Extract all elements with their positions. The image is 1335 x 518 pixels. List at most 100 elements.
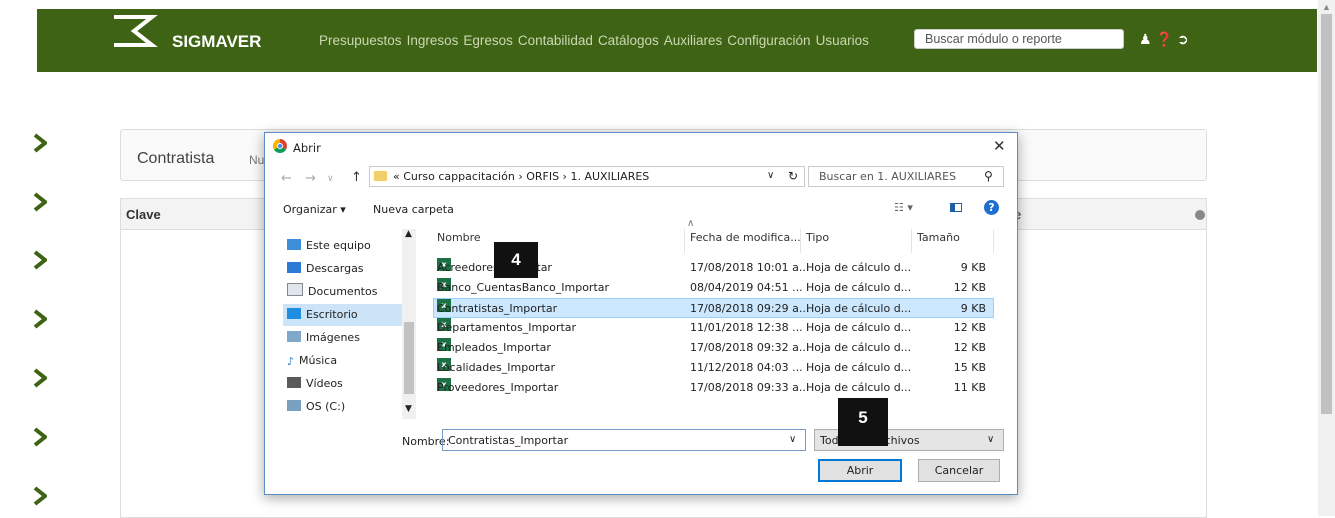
dialog-title: Abrir [293,141,321,155]
nav-auxiliares[interactable]: Auxiliares [664,33,723,48]
column-header-tipo[interactable]: Tipo [806,231,829,244]
file-date: 11/01/2018 12:38 ... [690,321,803,334]
search-placeholder: Buscar en 1. AUXILIARES [819,170,957,183]
nav-usuarios[interactable]: Usuarios [816,33,869,48]
address-bar[interactable]: « Curso cappacitación › ORFIS › 1. AUXIL… [369,166,805,187]
chevron-down-icon[interactable]: ∨ [987,434,994,445]
column-header-nombre[interactable]: Nombre [437,231,481,244]
scroll-down-icon[interactable]: ▼ [405,404,412,414]
chevron-right-icon[interactable] [33,368,47,388]
column-header-tamano[interactable]: Tamaño [917,231,960,244]
column-divider[interactable] [684,229,685,253]
close-icon[interactable]: ✕ [993,137,1006,155]
nav-item-documentos[interactable]: Documentos [283,281,415,303]
column-filter-icon[interactable] [1195,210,1205,220]
step-callout-4: 4 [494,242,538,278]
brand-logo[interactable]: SIGMAVER [112,15,262,51]
new-button[interactable]: Nu [249,153,264,167]
file-size: 12 KB [953,281,986,294]
chevron-right-icon[interactable] [33,192,47,212]
sort-ascending-icon: ∧ [687,218,695,229]
chrome-icon [273,139,287,153]
navigation-pane-scrollbar[interactable]: ▲ ▼ [402,229,416,419]
file-type: Hoja de cálculo d... [806,361,912,374]
download-icon [287,262,301,273]
chevron-right-icon[interactable] [33,427,47,447]
column-divider[interactable] [800,229,801,253]
top-navbar: SIGMAVER Presupuestos Ingresos Egresos C… [37,9,1317,72]
organize-button[interactable]: Organizar ▾ [283,203,346,216]
file-date: 17/08/2018 10:01 a... [690,261,810,274]
file-size: 12 KB [953,321,986,334]
help-icon[interactable]: ? [984,200,999,215]
music-icon: ♪ [287,355,295,368]
file-name: Proveedores_Importar [437,381,559,394]
back-icon[interactable]: ← [281,171,292,186]
nav-item-descargas[interactable]: Descargas [283,258,415,280]
nav-item-imagenes[interactable]: Imágenes [283,327,415,349]
nav-ingresos[interactable]: Ingresos [407,33,459,48]
chevron-right-icon[interactable] [33,486,47,506]
help-icon[interactable]: ❓ [1156,31,1173,48]
file-open-dialog: Abrir ✕ ← → ∨ ↑ « Curso cappacitación › … [264,132,1018,495]
column-divider[interactable] [993,229,994,253]
file-row[interactable]: x Proveedores_Importar 17/08/2018 09:33 a… [433,378,994,398]
pictures-icon [287,331,301,342]
nav-presupuestos[interactable]: Presupuestos [319,33,402,48]
breadcrumb[interactable]: « Curso cappacitación › ORFIS › 1. AUXIL… [393,170,649,183]
page-scrollbar[interactable]: ▲ [1318,0,1335,516]
folder-icon [374,171,387,181]
file-type: Hoja de cálculo d... [806,261,912,274]
scrollbar-thumb[interactable] [1321,14,1332,414]
nav-item-os-c[interactable]: OS (C:) [283,396,415,418]
page-title: Contratista [137,150,215,167]
column-divider[interactable] [911,229,912,253]
up-folder-icon[interactable]: ↑ [351,170,362,185]
file-row[interactable]: x Departamentos_Importar 11/01/2018 12:38… [433,318,994,338]
nav-item-musica[interactable]: ♪ Música [283,350,415,372]
nav-contabilidad[interactable]: Contabilidad [518,33,593,48]
file-name: Banco_CuentasBanco_Importar [437,281,610,294]
chevron-down-icon[interactable]: ∨ [789,434,796,445]
scroll-up-icon[interactable]: ▲ [1322,2,1331,12]
file-size: 9 KB [960,302,986,315]
folder-search-input[interactable]: Buscar en 1. AUXILIARES ⚲ [808,166,1004,187]
filename-value: Contratistas_Importar [448,434,569,447]
file-row[interactable]: x Banco_CuentasBanco_Importar 08/04/2019 … [433,278,994,298]
column-header-fecha[interactable]: Fecha de modifica... [690,231,801,244]
file-row[interactable]: x Localidades_Importar 11/12/2018 04:03 .… [433,358,994,378]
column-header-clave[interactable]: Clave [126,207,161,222]
forward-icon[interactable]: → [305,171,316,186]
nav-catalogos[interactable]: Catálogos [598,33,659,48]
file-row-selected[interactable]: x Contratistas_Importar 17/08/2018 09:29 … [433,298,994,318]
nav-item-escritorio[interactable]: Escritorio [283,304,415,326]
nav-item-videos[interactable]: Vídeos [283,373,415,395]
step-callout-5: 5 [838,398,888,446]
file-name: Empleados_Importar [437,341,551,354]
cancel-button[interactable]: Cancelar [918,459,1000,482]
chevron-right-icon[interactable] [33,309,47,329]
module-search-input[interactable]: Buscar módulo o reporte [914,29,1124,49]
logout-icon[interactable]: ➲ [1177,31,1189,48]
chevron-right-icon[interactable] [33,250,47,270]
video-icon [287,377,301,388]
chevron-down-icon[interactable]: ∨ [767,170,774,181]
scroll-up-icon[interactable]: ▲ [405,229,412,239]
nav-configuracion[interactable]: Configuración [727,33,810,48]
open-button[interactable]: Abrir [818,459,902,482]
file-date: 17/08/2018 09:29 a... [690,302,810,315]
search-icon: ⚲ [984,169,993,183]
main-nav: Presupuestos Ingresos Egresos Contabilid… [319,33,874,48]
recent-dropdown-icon[interactable]: ∨ [327,174,334,184]
file-row[interactable]: x Empleados_Importar 17/08/2018 09:32 a..… [433,338,994,358]
new-folder-button[interactable]: Nueva carpeta [373,203,454,216]
view-options-icon[interactable]: ☷ ▾ [894,201,913,214]
nav-egresos[interactable]: Egresos [463,33,513,48]
refresh-icon[interactable]: ↻ [788,169,798,183]
filename-input[interactable]: Contratistas_Importar ∨ [442,429,806,451]
user-icon[interactable]: ♟ [1139,31,1152,48]
nav-item-este-equipo[interactable]: Este equipo [283,235,415,257]
scrollbar-thumb[interactable] [404,322,414,394]
chevron-right-icon[interactable] [33,133,47,153]
preview-pane-icon[interactable] [950,203,962,212]
